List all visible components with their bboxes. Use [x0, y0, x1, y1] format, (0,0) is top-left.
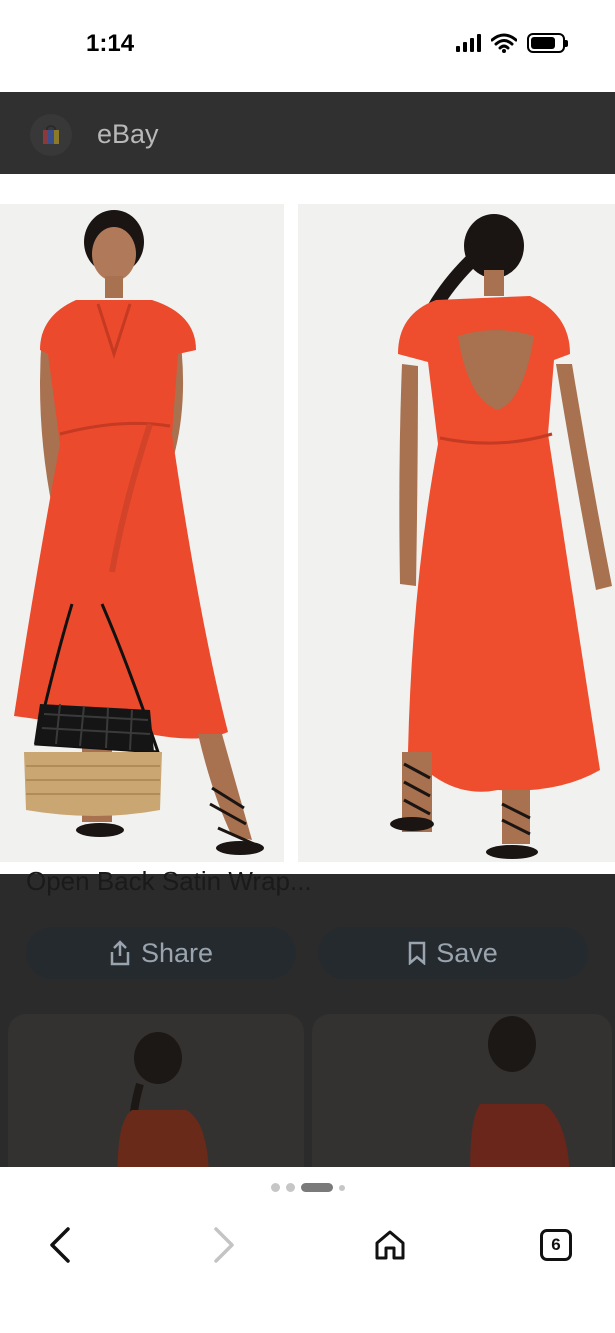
related-product-photo: [470, 1016, 570, 1167]
site-name[interactable]: eBay: [97, 119, 159, 150]
chevron-right-icon: [214, 1227, 234, 1263]
shopping-bag-icon: [43, 125, 59, 144]
site-header: eBay: [0, 92, 615, 174]
page-dot-active: [300, 1183, 333, 1192]
bookmark-icon: [408, 941, 426, 965]
related-product-card[interactable]: [312, 1014, 612, 1167]
back-button[interactable]: [34, 1219, 86, 1271]
share-label: Share: [140, 937, 214, 968]
tabs-count: 6: [540, 1229, 572, 1261]
cellular-signal-icon: [456, 34, 481, 52]
page-content: eBay Open Back Satin Wrap... Share Save: [0, 92, 615, 1167]
browser-bottom-bar: 6: [0, 1167, 615, 1333]
status-icons: [456, 33, 568, 53]
photo-dress-front: [0, 204, 284, 862]
product-photo-back[interactable]: [298, 204, 615, 862]
photo-dress-back: [298, 204, 615, 862]
page-dot: [338, 1184, 345, 1191]
tabs-button[interactable]: 6: [530, 1219, 582, 1271]
product-photo-front[interactable]: [0, 204, 284, 862]
home-button[interactable]: [364, 1219, 416, 1271]
share-icon: [110, 940, 130, 966]
page-dot: [270, 1183, 280, 1192]
share-button[interactable]: Share: [26, 927, 296, 979]
forward-button[interactable]: [198, 1219, 250, 1271]
battery-icon: [527, 33, 568, 53]
home-icon: [375, 1230, 405, 1260]
chevron-left-icon: [50, 1227, 70, 1263]
save-label: Save: [436, 937, 498, 968]
related-product-card[interactable]: [8, 1014, 304, 1167]
status-time: 1:14: [86, 30, 135, 57]
image-page-indicator: [0, 1183, 615, 1192]
related-product-photo: [117, 1032, 209, 1167]
save-button[interactable]: Save: [318, 927, 588, 979]
status-bar: 1:14: [0, 0, 615, 92]
product-title[interactable]: Open Back Satin Wrap...: [26, 866, 312, 897]
wifi-icon: [491, 33, 517, 53]
site-logo[interactable]: [30, 114, 72, 156]
page-dot: [285, 1183, 295, 1192]
